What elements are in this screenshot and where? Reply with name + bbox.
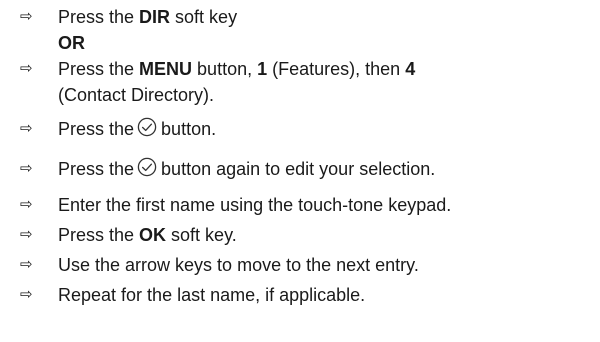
step-text-mid: button, (192, 59, 258, 79)
arrow-bullet-icon: ⇨ (20, 60, 33, 77)
arrow-bullet-icon: ⇨ (20, 256, 33, 273)
step-text-pre: Press the (58, 119, 135, 139)
step-text-post: soft key. (166, 225, 237, 245)
step-text-post: button again to edit your selection. (161, 159, 436, 179)
step-text-post: button. (161, 119, 217, 139)
key-dir: DIR (139, 7, 171, 27)
step-text: Press the OK soft key. (58, 222, 588, 248)
step-text-mid: (Features), then (267, 59, 406, 79)
step-text: Enter the first name using the touch-ton… (58, 195, 452, 215)
step-text: Use the arrow keys to move to the next e… (58, 255, 419, 275)
key-1: 1 (257, 59, 268, 79)
instruction-list: ⇨ Press the DIR soft key OR ⇨ Press the M… (0, 0, 600, 342)
or-label: OR (58, 33, 85, 53)
step-text: Press the DIR soft key OR (58, 4, 588, 56)
step-text-pre: Press the (58, 59, 140, 79)
key-menu: MENU (139, 59, 193, 79)
arrow-bullet-icon: ⇨ (20, 120, 33, 137)
step-text-pre: Press the (58, 225, 140, 245)
step-text: Press the button again to edit your selec… (58, 156, 588, 182)
step-text-pre: Press the (58, 7, 140, 27)
circle-check-icon (137, 157, 157, 177)
arrow-bullet-icon: ⇨ (20, 226, 33, 243)
key-4: 4 (405, 59, 416, 79)
arrow-bullet-icon: ⇨ (20, 8, 33, 25)
circle-check-icon (137, 117, 157, 137)
arrow-bullet-icon: ⇨ (20, 286, 33, 303)
arrow-bullet-icon: ⇨ (20, 196, 33, 213)
arrow-bullet-icon: ⇨ (20, 160, 33, 177)
step-text: Press the button. (58, 116, 588, 142)
step-text: Repeat for the last name, if applicable. (58, 285, 366, 305)
step-text-pre: Press the (58, 159, 135, 179)
step-text-line2: (Contact Directory). (58, 85, 215, 105)
step-text-post: soft key (170, 7, 238, 27)
key-ok: OK (139, 225, 167, 245)
step-text: Press the MENU button, 1 (Features), the… (58, 56, 588, 108)
